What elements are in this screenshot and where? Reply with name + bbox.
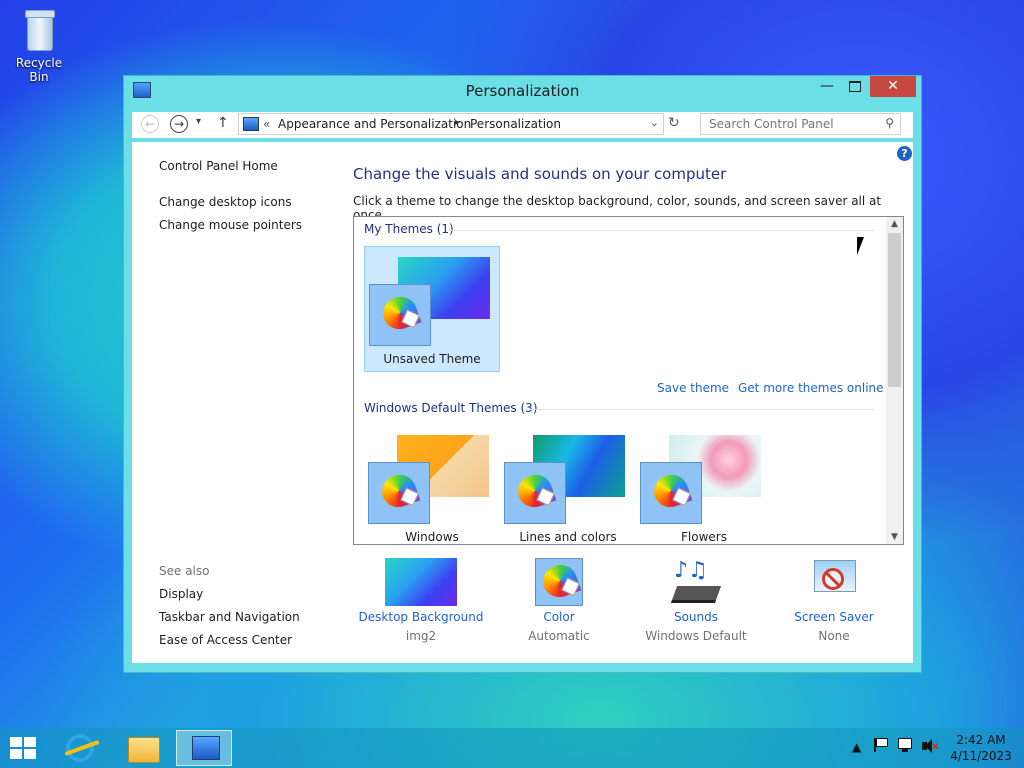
window-title: Personalization [465, 82, 580, 100]
taskbar: ▲ x 2:42 AM 4/11/2023 [0, 728, 1024, 768]
file-explorer-taskbar-button[interactable] [114, 730, 170, 766]
mouse-cursor-icon [857, 237, 864, 255]
breadcrumb-personalization[interactable]: Personalization [470, 117, 561, 131]
page-title: Change the visuals and sounds on your co… [353, 165, 727, 183]
get-more-themes-link[interactable]: Get more themes online [738, 381, 884, 395]
navigation-bar: ← → ▾ ↑ « Appearance and Personalization… [132, 112, 913, 138]
themes-scrollbar[interactable]: ▲ ▼ [886, 217, 903, 544]
minimize-button[interactable]: — [813, 76, 841, 97]
forward-button[interactable]: → [170, 115, 188, 133]
clock-date: 4/11/2023 [950, 749, 1012, 763]
up-button[interactable]: ↑ [217, 115, 229, 131]
sounds-link[interactable]: Sounds [626, 610, 766, 624]
scrollbar-thumb[interactable] [888, 233, 901, 387]
screen-saver-setting[interactable]: Screen Saver None [764, 558, 904, 643]
screen-saver-link[interactable]: Screen Saver [764, 610, 904, 624]
change-mouse-pointers-link[interactable]: Change mouse pointers [159, 218, 302, 232]
desktop-background-value: img2 [405, 629, 437, 643]
title-bar[interactable]: Personalization — ✕ [124, 76, 921, 106]
see-also-header: See also [159, 564, 210, 578]
refresh-button[interactable]: ↻ [668, 115, 680, 131]
internet-explorer-icon [64, 734, 100, 762]
color-palette-icon [504, 462, 566, 524]
recent-locations-button[interactable]: ▾ [196, 116, 201, 127]
my-themes-header: My Themes (1) [364, 222, 454, 236]
scroll-down-arrow-icon[interactable]: ▼ [886, 532, 903, 542]
color-link[interactable]: Color [489, 610, 629, 624]
change-desktop-icons-link[interactable]: Change desktop icons [159, 195, 292, 209]
back-button[interactable]: ← [141, 115, 159, 133]
close-button[interactable]: ✕ [870, 76, 916, 97]
ease-of-access-link[interactable]: Ease of Access Center [159, 633, 292, 647]
theme-unsaved[interactable]: Unsaved Theme [364, 246, 500, 372]
control-panel-icon [192, 736, 220, 760]
address-bar[interactable]: « Appearance and Personalization ▸ Perso… [238, 113, 664, 135]
sounds-setting[interactable]: ♪♫ Sounds Windows Default [626, 558, 766, 643]
display-link[interactable]: Display [159, 587, 203, 601]
clock-time: 2:42 AM [956, 733, 1006, 747]
control-panel-home-link[interactable]: Control Panel Home [159, 159, 278, 173]
taskbar-navigation-link[interactable]: Taskbar and Navigation [159, 610, 300, 624]
search-icon[interactable]: ⚲ [885, 116, 894, 130]
color-palette-icon [535, 558, 583, 606]
search-box[interactable]: ⚲ [700, 113, 901, 135]
theme-windows[interactable]: Windows [364, 425, 500, 544]
color-palette-icon [368, 462, 430, 524]
scroll-up-arrow-icon[interactable]: ▲ [886, 219, 903, 229]
desktop-background-icon [385, 558, 457, 606]
search-input[interactable] [701, 114, 879, 134]
theme-label: Flowers [681, 530, 727, 544]
recycle-bin-label: Recycle Bin [15, 56, 63, 84]
start-button[interactable] [10, 737, 37, 760]
theme-label: Lines and colors [519, 530, 617, 544]
system-clock[interactable]: 2:42 AM 4/11/2023 [946, 732, 1016, 764]
sounds-icon: ♪♫ [670, 558, 722, 606]
breadcrumb-separator[interactable]: ▸ [455, 117, 460, 128]
desktop-background-setting[interactable]: Desktop Background img2 [351, 558, 491, 643]
sounds-value: Windows Default [645, 629, 747, 643]
group-divider [526, 409, 874, 410]
color-palette-icon [640, 462, 702, 524]
maximize-icon [849, 81, 861, 92]
recycle-bin-icon [22, 8, 56, 52]
show-hidden-icons-button[interactable]: ▲ [852, 740, 861, 754]
color-palette-icon [369, 284, 431, 346]
breadcrumb-appearance[interactable]: Appearance and Personalization [278, 117, 471, 131]
breadcrumb-overflow[interactable]: « [263, 117, 270, 131]
default-themes-header: Windows Default Themes (3) [364, 401, 538, 415]
screen-saver-value: None [818, 629, 850, 643]
recycle-bin[interactable]: Recycle Bin [6, 6, 72, 84]
control-panel-taskbar-button[interactable] [176, 730, 232, 766]
theme-label: Unsaved Theme [383, 352, 481, 366]
personalization-window: Personalization — ✕ ← → ▾ ↑ « Appearance… [123, 75, 922, 673]
group-divider [449, 230, 874, 231]
save-theme-link[interactable]: Save theme [657, 381, 729, 395]
folder-icon [128, 737, 160, 763]
windows-logo-icon [10, 737, 22, 747]
desktop-background-link[interactable]: Desktop Background [351, 610, 491, 624]
themes-list: My Themes (1) Unsaved Theme Save theme G… [353, 216, 904, 545]
content-area: Control Panel Home Change desktop icons … [132, 142, 913, 663]
color-value: Automatic [528, 629, 590, 643]
screen-saver-icon [810, 558, 858, 606]
theme-label: Windows [405, 530, 459, 544]
help-icon[interactable]: ? [897, 146, 912, 161]
theme-flowers[interactable]: Flowers [636, 425, 772, 544]
control-panel-icon [243, 117, 259, 131]
address-dropdown-icon[interactable]: ⌄ [650, 116, 659, 129]
maximize-button[interactable] [841, 76, 869, 97]
color-setting[interactable]: Color Automatic [489, 558, 629, 643]
internet-explorer-taskbar-button[interactable] [52, 730, 108, 766]
theme-lines-and-colors[interactable]: Lines and colors [500, 425, 636, 544]
